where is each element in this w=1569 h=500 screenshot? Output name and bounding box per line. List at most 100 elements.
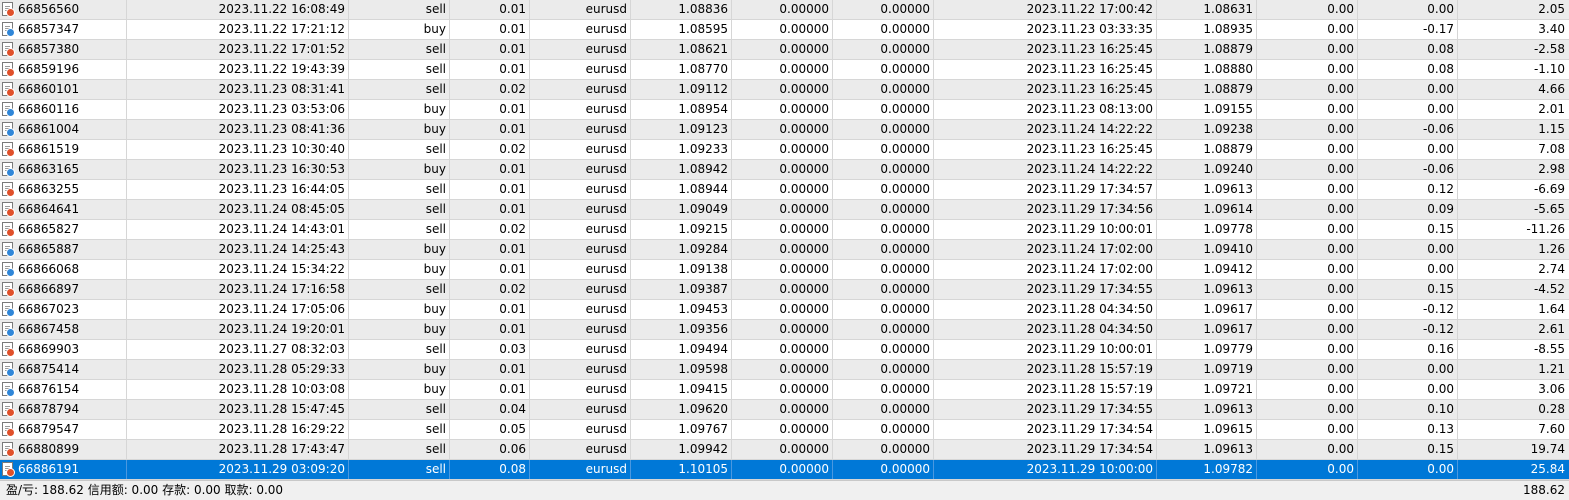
symbol-cell: eurusd [530, 240, 631, 259]
open-time-cell: 2023.11.24 15:34:22 [127, 260, 349, 279]
table-row[interactable]: 66864641 2023.11.24 08:45:05 sell 0.01 eurus… [0, 200, 1569, 220]
ticket-cell: 66878794 [0, 400, 127, 419]
open-price-cell: 1.08770 [631, 60, 732, 79]
ticket-cell: 66866897 [0, 280, 127, 299]
commission-cell: 0.00 [1257, 280, 1358, 299]
swap-cell: 0.00 [1358, 0, 1458, 19]
stop-loss-cell: 0.00000 [732, 120, 833, 139]
table-row[interactable]: 66876154 2023.11.28 10:03:08 buy 0.01 eurusd… [0, 380, 1569, 400]
swap-cell: 0.00 [1358, 100, 1458, 119]
close-price-cell: 1.09617 [1157, 300, 1257, 319]
symbol-cell: eurusd [530, 180, 631, 199]
table-row[interactable]: 66867458 2023.11.24 19:20:01 buy 0.01 eurusd… [0, 320, 1569, 340]
ticket-cell: 66869903 [0, 340, 127, 359]
close-price-cell: 1.09615 [1157, 420, 1257, 439]
profit-cell: 1.64 [1538, 302, 1565, 316]
close-time-cell: 2023.11.29 17:34:55 [934, 280, 1157, 299]
open-time-cell: 2023.11.28 16:29:22 [127, 420, 349, 439]
ticket-number: 66866897 [18, 282, 80, 296]
table-row[interactable]: 66878794 2023.11.28 15:47:45 sell 0.04 eurus… [0, 400, 1569, 420]
table-row[interactable]: 66860101 2023.11.23 08:31:41 sell 0.02 eurus… [0, 80, 1569, 100]
type-cell: sell [349, 280, 450, 299]
table-row[interactable]: 66865827 2023.11.24 14:43:01 sell 0.02 eurus… [0, 220, 1569, 240]
close-time-cell: 2023.11.29 10:00:00 [934, 460, 1157, 479]
table-row[interactable]: 66863165 2023.11.23 16:30:53 buy 0.01 eurusd… [0, 160, 1569, 180]
table-row[interactable]: 66865887 2023.11.24 14:25:43 buy 0.01 eurusd… [0, 240, 1569, 260]
take-profit-cell: 0.00000 [833, 220, 934, 239]
close-price-cell: 1.09721 [1157, 380, 1257, 399]
open-price-cell: 1.09112 [631, 80, 732, 99]
ticket-cell: 66875414 [0, 360, 127, 379]
profit-cell: -8.55 [1533, 342, 1565, 356]
table-row[interactable]: 66880899 2023.11.28 17:43:47 sell 0.06 eurus… [0, 440, 1569, 460]
table-row[interactable]: 66857380 2023.11.22 17:01:52 sell 0.01 eurus… [0, 40, 1569, 60]
take-profit-cell: 0.00000 [833, 400, 934, 419]
close-price-cell: 1.08631 [1157, 0, 1257, 19]
open-time-cell: 2023.11.24 14:43:01 [127, 220, 349, 239]
close-time-cell: 2023.11.29 10:00:01 [934, 340, 1157, 359]
commission-cell: 0.00 [1257, 200, 1358, 219]
table-row[interactable]: 66867023 2023.11.24 17:05:06 buy 0.01 eurusd… [0, 300, 1569, 320]
table-row[interactable]: 66857347 2023.11.22 17:21:12 buy 0.01 eurusd… [0, 20, 1569, 40]
trade-buy-icon [2, 241, 15, 257]
trade-sell-icon [2, 81, 15, 97]
profit-cell: 7.60 [1538, 422, 1565, 436]
stop-loss-cell: 0.00000 [732, 140, 833, 159]
close-price-cell: 1.09778 [1157, 220, 1257, 239]
open-price-cell: 1.09494 [631, 340, 732, 359]
volume-cell: 0.01 [450, 260, 530, 279]
take-profit-cell: 0.00000 [833, 440, 934, 459]
open-time-cell: 2023.11.23 08:41:36 [127, 120, 349, 139]
take-profit-cell: 0.00000 [833, 60, 934, 79]
take-profit-cell: 0.00000 [833, 460, 934, 479]
swap-cell: 0.00 [1358, 260, 1458, 279]
swap-cell: -0.12 [1358, 320, 1458, 339]
open-price-cell: 1.09598 [631, 360, 732, 379]
type-cell: sell [349, 0, 450, 19]
symbol-cell: eurusd [530, 300, 631, 319]
take-profit-cell: 0.00000 [833, 160, 934, 179]
symbol-cell: eurusd [530, 100, 631, 119]
take-profit-cell: 0.00000 [833, 120, 934, 139]
profit-cell: 7.08 [1538, 142, 1565, 156]
ticket-cell: 66879547 [0, 420, 127, 439]
table-row[interactable]: 66866897 2023.11.24 17:16:58 sell 0.02 eurus… [0, 280, 1569, 300]
open-price-cell: 1.09453 [631, 300, 732, 319]
ticket-number: 66865827 [18, 222, 80, 236]
ticket-number: 66864641 [18, 202, 80, 216]
table-row[interactable]: 66875414 2023.11.28 05:29:33 buy 0.01 eurusd… [0, 360, 1569, 380]
table-row[interactable]: 66869903 2023.11.27 08:32:03 sell 0.03 eurus… [0, 340, 1569, 360]
table-row[interactable]: 66859196 2023.11.22 19:43:39 sell 0.01 eurus… [0, 60, 1569, 80]
profit-cell: 0.28 [1538, 402, 1565, 416]
close-price-cell: 1.09782 [1157, 460, 1257, 479]
ticket-number: 66861519 [18, 142, 80, 156]
open-time-cell: 2023.11.23 08:31:41 [127, 80, 349, 99]
ticket-number: 66863255 [18, 182, 80, 196]
type-cell: sell [349, 180, 450, 199]
table-row[interactable]: 66860116 2023.11.23 03:53:06 buy 0.01 eurusd… [0, 100, 1569, 120]
stop-loss-cell: 0.00000 [732, 200, 833, 219]
ticket-cell: 66857347 [0, 20, 127, 39]
open-time-cell: 2023.11.24 08:45:05 [127, 200, 349, 219]
type-cell: buy [349, 360, 450, 379]
ticket-cell: 66867458 [0, 320, 127, 339]
table-row[interactable]: 66861519 2023.11.23 10:30:40 sell 0.02 eurus… [0, 140, 1569, 160]
table-row[interactable]: 66886191 2023.11.29 03:09:20 sell 0.08 eurus… [0, 460, 1569, 480]
close-price-cell: 1.08935 [1157, 20, 1257, 39]
table-row[interactable]: 66879547 2023.11.28 16:29:22 sell 0.05 eurus… [0, 420, 1569, 440]
swap-cell: 0.15 [1358, 440, 1458, 459]
close-time-cell: 2023.11.23 08:13:00 [934, 100, 1157, 119]
open-time-cell: 2023.11.23 16:44:05 [127, 180, 349, 199]
trade-sell-icon [2, 421, 15, 437]
swap-cell: 0.00 [1358, 80, 1458, 99]
stop-loss-cell: 0.00000 [732, 80, 833, 99]
volume-cell: 0.01 [450, 360, 530, 379]
table-row[interactable]: 66866068 2023.11.24 15:34:22 buy 0.01 eurusd… [0, 260, 1569, 280]
table-row[interactable]: 66861004 2023.11.23 08:41:36 buy 0.01 eurusd… [0, 120, 1569, 140]
open-time-cell: 2023.11.28 15:47:45 [127, 400, 349, 419]
table-row[interactable]: 66863255 2023.11.23 16:44:05 sell 0.01 eurus… [0, 180, 1569, 200]
table-row[interactable]: 66856560 2023.11.22 16:08:49 sell 0.01 eurus… [0, 0, 1569, 20]
open-time-cell: 2023.11.28 17:43:47 [127, 440, 349, 459]
commission-cell: 0.00 [1257, 20, 1358, 39]
commission-cell: 0.00 [1257, 360, 1358, 379]
